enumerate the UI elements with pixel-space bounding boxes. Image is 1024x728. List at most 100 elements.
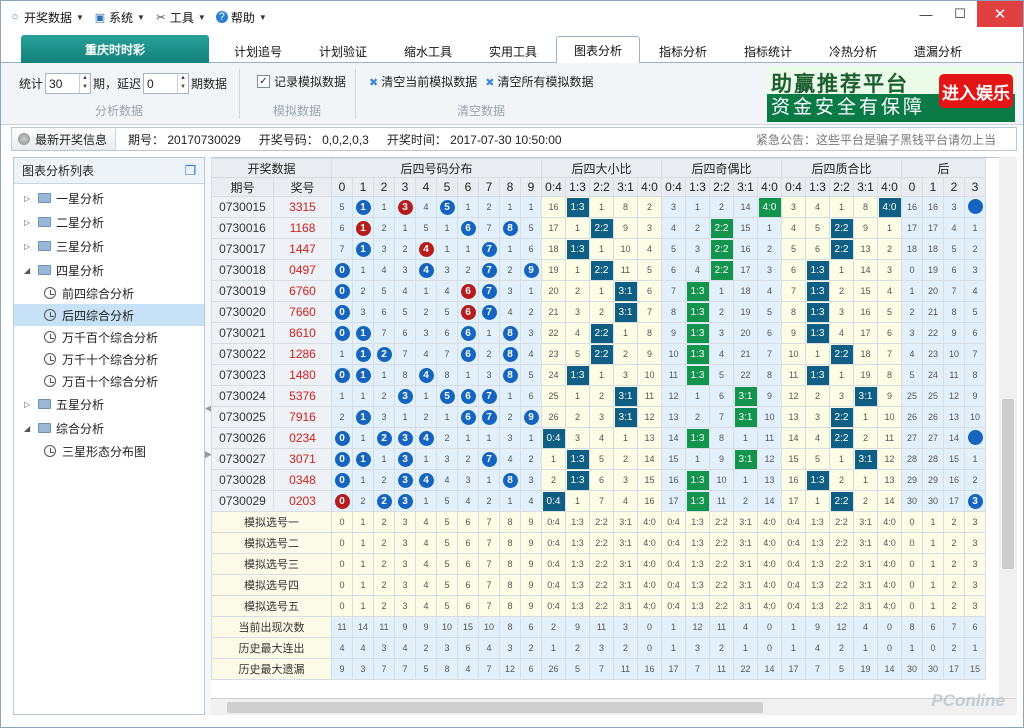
table-cell: 2:2 xyxy=(829,343,854,365)
table-row[interactable]: 0730020 7660 0 3 6 5 2 5 6 7 4 2 21 3 2 3:1 7 8 1:3 2 19 5 8 1:… xyxy=(211,301,986,323)
collapsed-arrow-icon[interactable]: ▷ xyxy=(24,242,34,251)
tree-node[interactable]: ▷ 二星分析 xyxy=(14,210,204,234)
table-cell: 2 xyxy=(565,280,590,302)
table-row[interactable]: 0730026 0234 0 1 2 3 4 2 1 1 3 1 0:4 3 4 1 13 14 1:3 8 1 11 14… xyxy=(211,427,986,449)
table-cell: 2 xyxy=(733,490,758,512)
ad-enter-button[interactable]: 进入娱乐 xyxy=(939,74,1013,108)
tree-node[interactable]: ▷ 五星分析 xyxy=(14,392,204,416)
table-cell: 3:1 xyxy=(733,385,758,407)
table-cell: 1:3 xyxy=(805,469,830,491)
table-row[interactable]: 0730016 1168 6 1 2 1 5 1 6 7 8 5 17 1 2:2 9 3 4 2 2:2 15 1 4 5 2… xyxy=(211,217,986,239)
spinner-arrows-icon[interactable]: ▲ ▼ xyxy=(79,74,90,93)
table-row[interactable]: 0730018 0497 0 1 4 3 4 3 2 7 2 9 19 1 2:2 11 5 6 4 2:2 17 3 6 1… xyxy=(211,259,986,281)
table-cell: 30 xyxy=(901,658,923,680)
minimize-button[interactable]: — xyxy=(909,1,943,27)
tree-node[interactable]: ▷ 一星分析 xyxy=(14,186,204,210)
table-cell: 3 xyxy=(565,427,590,449)
tree-leaf[interactable]: 前四综合分析 xyxy=(14,282,204,304)
menu-system[interactable]: ▣ 系统 ▼ xyxy=(94,9,145,26)
tab-hot-cold[interactable]: 冷热分析 xyxy=(814,39,892,63)
table-cell: 1 xyxy=(352,511,374,533)
table-cell: 10 xyxy=(478,616,500,638)
table-cell: 0 xyxy=(901,259,923,281)
table-cell: 10 xyxy=(613,238,638,260)
menu-tools[interactable]: ✂ 工具 ▼ xyxy=(155,9,206,26)
tree-node[interactable]: ▷ 三星分析 xyxy=(14,234,204,258)
scroll-thumb[interactable] xyxy=(1002,399,1014,569)
tree-leaf[interactable]: 后四综合分析 xyxy=(14,304,204,326)
table-row[interactable]: 0730015 3315 5 1 1 3 4 5 1 2 1 1 16 1:3 1 8 2 3 1 2 14 4:0 3 4 1… xyxy=(211,196,986,218)
clear-all-label: 清空所有模拟数据 xyxy=(497,75,594,89)
clear-current-button[interactable]: ✖ 清空当前模拟数据 xyxy=(369,73,477,90)
table-row[interactable]: 0730021 8610 0 1 7 6 3 6 6 1 8 3 22 4 2:2 1 8 9 1:3 3 20 6 9 1:… xyxy=(211,322,986,344)
tree-leaf[interactable]: 万百十个综合分析 xyxy=(14,370,204,392)
scroll-thumb[interactable] xyxy=(227,702,763,713)
vertical-scrollbar[interactable] xyxy=(999,157,1017,697)
table-cell: 4:0 xyxy=(877,532,902,554)
tree-leaf[interactable]: 万千十个综合分析 xyxy=(14,348,204,370)
tab-utilities[interactable]: 实用工具 xyxy=(474,39,552,63)
table-cell: 7 xyxy=(373,658,395,680)
sim-row[interactable]: 模拟选号五 0 1 2 3 4 5 6 7 8 9 0:4 1:3 2:2 3:1 4:0 0:4 1:3 2:2 3… xyxy=(211,595,986,617)
table-row[interactable]: 0730017 1447 7 1 3 2 4 1 1 7 1 6 18 1:3 1 10 4 5 3 2:2 16 2 5 6… xyxy=(211,238,986,260)
table-row[interactable]: 0730025 7916 2 1 3 1 2 1 6 7 2 9 26 2 3 3:1 12 13 2 7 3:1 10 1… xyxy=(211,406,986,428)
sim-row[interactable]: 模拟选号四 0 1 2 3 4 5 6 7 8 9 0:4 1:3 2:2 3:1 4:0 0:4 1:3 2:2 3… xyxy=(211,574,986,596)
table-row[interactable]: 0730027 3071 0 1 1 3 1 3 2 7 4 2 1 1:3 5 2 14 15 1 9 3:1 12 15… xyxy=(211,448,986,470)
clear-all-button[interactable]: ✖ 清空所有模拟数据 xyxy=(485,73,593,90)
tab-plan-verify[interactable]: 计划验证 xyxy=(304,39,382,63)
tab-plan-chase[interactable]: 计划追号 xyxy=(219,39,297,63)
table-cell: 2 xyxy=(853,490,878,512)
menu-lottery-data[interactable]: ○ 开奖数据 ▼ xyxy=(9,9,84,26)
horizontal-scrollbar[interactable] xyxy=(211,698,1017,715)
tab-indicator-analysis[interactable]: 指标分析 xyxy=(644,39,722,63)
table-cell: 15 xyxy=(853,280,878,302)
menu-help[interactable]: ? 帮助 ▼ xyxy=(215,9,267,26)
table-cell: 1 xyxy=(922,574,944,596)
tab-lottery-type[interactable]: 重庆时时彩 xyxy=(21,35,209,63)
table-cell: 2:2 xyxy=(589,574,614,596)
record-sim-checkbox[interactable]: ✓ xyxy=(257,75,270,88)
stat-periods-spinner[interactable]: 30 ▲ ▼ xyxy=(45,73,92,94)
table-row[interactable]: 0730029 0203 0 2 2 3 1 5 4 2 1 4 0:4 1 7 4 16 17 1:3 11 2 14 1… xyxy=(211,490,986,512)
table-row[interactable]: 0730022 1286 1 1 2 7 4 7 6 2 8 4 23 5 2:2 2 9 10 1:3 4 21 7 10… xyxy=(211,343,986,365)
collapsed-arrow-icon[interactable]: ▷ xyxy=(24,400,34,409)
sim-row[interactable]: 模拟选号一 0 1 2 3 4 5 6 7 8 9 0:4 1:3 2:2 3:1 4:0 0:4 1:3 2:2 3… xyxy=(211,511,986,533)
ratio-block: 1:3 xyxy=(806,260,829,280)
tab-shrink-tool[interactable]: 缩水工具 xyxy=(389,39,467,63)
ad-banner[interactable]: 助赢推荐平台 资金安全有保障 进入娱乐 xyxy=(767,66,1015,122)
number-ball: 4 xyxy=(418,367,434,383)
tab-indicator-stats[interactable]: 指标统计 xyxy=(729,39,807,63)
tree-leaf[interactable]: 万千百个综合分析 xyxy=(14,326,204,348)
table-cell: 8 xyxy=(499,343,521,365)
collapsed-arrow-icon[interactable]: ▷ xyxy=(24,218,34,227)
latest-draw-button[interactable]: 最新开奖信息 xyxy=(12,128,117,150)
tab-omission[interactable]: 遗漏分析 xyxy=(899,39,977,63)
sim-row[interactable]: 模拟选号二 0 1 2 3 4 5 6 7 8 9 0:4 1:3 2:2 3:1 4:0 0:4 1:3 2:2 3… xyxy=(211,532,986,554)
table-row[interactable]: 0730028 0348 0 1 2 3 4 4 3 1 8 3 2 1:3 6 3 15 16 1:3 10 1 13 1… xyxy=(211,469,986,491)
number-ball: 0 xyxy=(334,451,350,467)
tab-chart-analysis[interactable]: 图表分析 xyxy=(556,36,640,64)
table-cell: 1 xyxy=(520,280,542,302)
window-toggle-icon[interactable]: ❐ xyxy=(184,163,196,179)
collapsed-arrow-icon[interactable]: ▷ xyxy=(24,194,34,203)
delay-spinner[interactable]: 0 ▲ ▼ xyxy=(143,73,190,94)
close-button[interactable]: ✕ xyxy=(977,1,1023,27)
expanded-arrow-icon[interactable]: ◢ xyxy=(24,424,34,433)
restore-button[interactable]: ☐ xyxy=(943,1,977,27)
tree-node[interactable]: ◢ 四星分析 xyxy=(14,258,204,282)
table-cell: 5 xyxy=(415,217,437,239)
tree-node[interactable]: ◢ 综合分析 xyxy=(14,416,204,440)
table-cell: 3:1 xyxy=(853,385,878,407)
table-row[interactable]: 0730024 5376 1 1 2 3 1 5 6 7 1 6 25 1 2 3:1 11 12 1 6 3:1 9 12… xyxy=(211,385,986,407)
table-row[interactable]: 0730019 6760 0 2 5 4 1 4 6 7 3 1 20 2 1 3:1 6 7 1:3 1 18 4 7 1:… xyxy=(211,280,986,302)
number-ball-red: 6 xyxy=(460,283,476,299)
table-row[interactable]: 0730023 1480 0 1 1 8 4 8 1 3 8 5 24 1:3 1 3 10 11 1:3 5 22 8 1… xyxy=(211,364,986,386)
table-cell: 2:2 xyxy=(709,574,734,596)
period-cell: 0730017 xyxy=(211,238,274,260)
table-cell: 3:1 xyxy=(733,553,758,575)
sim-row[interactable]: 模拟选号三 0 1 2 3 4 5 6 7 8 9 0:4 1:3 2:2 3:1 4:0 0:4 1:3 2:2 3… xyxy=(211,553,986,575)
tree-leaf[interactable]: 三星形态分布图 xyxy=(14,440,204,462)
spinner-arrows-icon[interactable]: ▲ ▼ xyxy=(177,74,188,93)
table-cell: 12 xyxy=(877,448,902,470)
expanded-arrow-icon[interactable]: ◢ xyxy=(24,266,34,275)
